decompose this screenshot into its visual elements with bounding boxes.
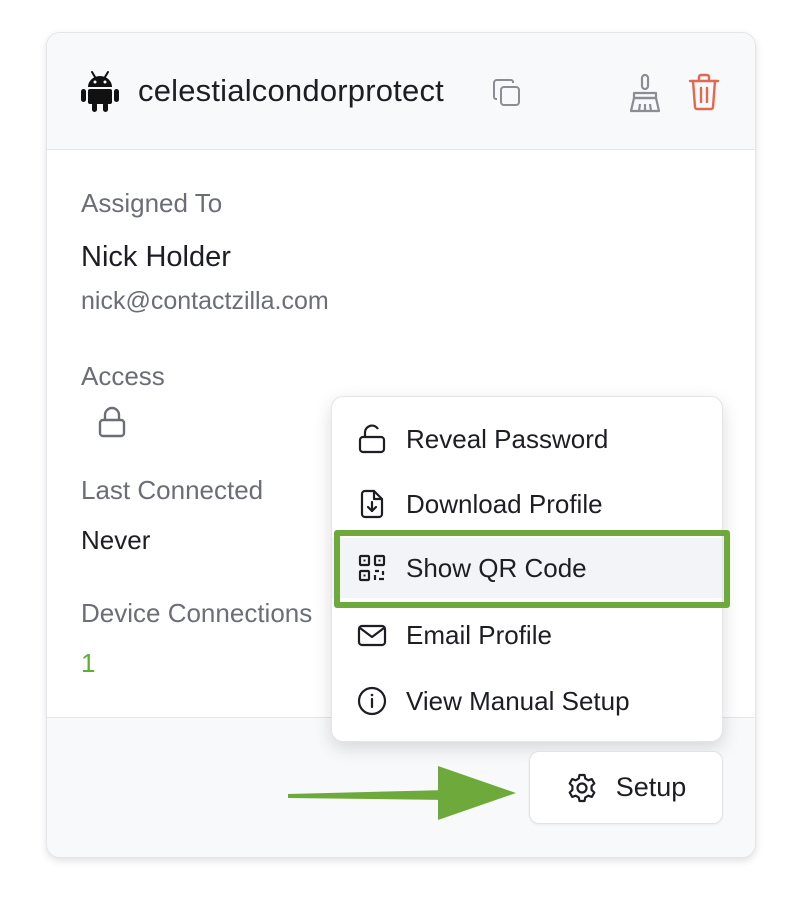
menu-item-label: View Manual Setup <box>406 685 630 716</box>
menu-item-reveal-password[interactable]: Reveal Password <box>332 409 722 469</box>
menu-item-view-manual-setup[interactable]: View Manual Setup <box>332 671 722 731</box>
last-connected-value: Never <box>81 525 151 555</box>
setup-dropdown-menu: Reveal Password Download Profile Show QR… <box>331 396 723 742</box>
device-connections-value: 1 <box>81 648 96 678</box>
menu-item-show-qr-code[interactable]: Show QR Code <box>332 538 722 598</box>
access-label: Access <box>81 361 165 391</box>
device-name: celestialcondorprotect <box>138 73 444 108</box>
menu-item-email-profile[interactable]: Email Profile <box>332 605 722 665</box>
menu-item-label: Email Profile <box>406 619 552 650</box>
broom-icon[interactable] <box>627 73 663 113</box>
android-icon <box>81 71 119 112</box>
menu-item-label: Reveal Password <box>406 423 609 454</box>
setup-button[interactable]: Setup <box>529 751 723 824</box>
assigned-user-email: nick@contactzilla.com <box>81 287 329 315</box>
menu-item-label: Download Profile <box>406 488 603 519</box>
annotation-arrow <box>288 766 516 820</box>
assigned-to-label: Assigned To <box>81 188 223 218</box>
qr-code-icon <box>358 554 386 582</box>
trash-icon[interactable] <box>687 73 721 111</box>
device-connections-label: Device Connections <box>81 598 313 628</box>
card-header: celestialcondorprotect <box>47 33 755 150</box>
assigned-user-name: Nick Holder <box>81 241 231 273</box>
menu-item-download-profile[interactable]: Download Profile <box>332 474 722 534</box>
envelope-icon <box>357 624 387 647</box>
info-icon <box>357 686 387 716</box>
last-connected-label: Last Connected <box>81 475 264 505</box>
copy-icon[interactable] <box>491 77 523 109</box>
menu-item-label: Show QR Code <box>406 552 587 583</box>
file-download-icon <box>360 489 384 519</box>
lock-icon <box>98 406 126 438</box>
gear-icon <box>568 773 596 802</box>
unlock-icon <box>358 424 386 454</box>
setup-button-label: Setup <box>615 772 687 802</box>
